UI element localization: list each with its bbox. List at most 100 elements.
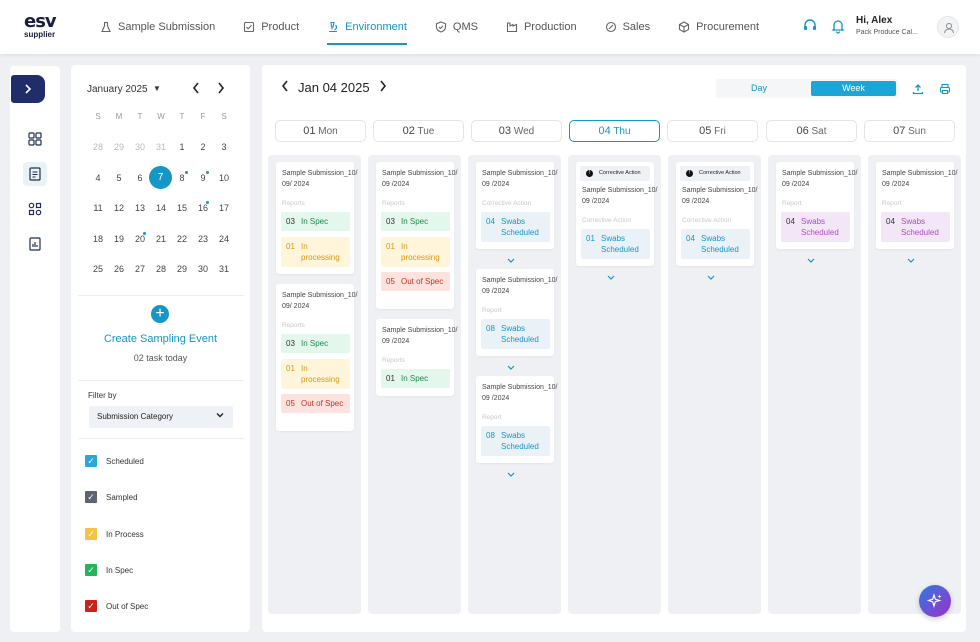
month-label[interactable]: January 2025 — [87, 84, 148, 95]
prev-date-button[interactable] — [280, 79, 290, 96]
calendar-day[interactable]: 2 — [193, 142, 213, 152]
day-tab-wed[interactable]: 03 Wed — [471, 120, 562, 142]
day-tab-sun[interactable]: 07 Sun — [864, 120, 955, 142]
day-tab-thu[interactable]: 04 Thu — [569, 120, 660, 142]
calendar-day[interactable]: 4 — [88, 173, 108, 183]
chevron-down-icon[interactable] — [506, 465, 516, 477]
filter-option-in-spec[interactable]: ✓ In Spec — [85, 564, 133, 576]
calendar-day[interactable]: 15 — [172, 203, 192, 213]
ai-assistant-button[interactable] — [919, 585, 951, 617]
calendar-day[interactable]: 13 — [130, 203, 150, 213]
calendar-day[interactable]: 1 — [172, 142, 192, 152]
status-badge[interactable]: 04 Swabs Scheduled — [681, 229, 750, 259]
day-tab-sat[interactable]: 06 Sat — [766, 120, 857, 142]
filter-category-select[interactable]: Submission Category — [89, 406, 233, 428]
submission-card[interactable]: Sample Submission_10/09 /2024 Report 04 Swa… — [776, 162, 858, 249]
submission-card[interactable]: Sample Submission_10/09 /2024 Report 08 Swa… — [476, 376, 558, 463]
nav-item-procurement[interactable]: Procurement — [678, 15, 759, 39]
next-date-button[interactable] — [378, 79, 388, 96]
status-badge[interactable]: 03 In Spec — [381, 212, 450, 231]
status-badge[interactable]: 01 In processing — [381, 237, 450, 267]
week-view-button[interactable]: Week — [811, 81, 896, 96]
status-badge[interactable]: 01 In processing — [281, 237, 350, 267]
calendar-day[interactable]: 29 — [172, 264, 192, 274]
month-dropdown-caret-icon[interactable]: ▼ — [153, 84, 161, 93]
day-tab-tue[interactable]: 02 Tue — [373, 120, 464, 142]
chevron-down-icon[interactable] — [506, 358, 516, 370]
calendar-day[interactable]: 8 — [172, 173, 192, 183]
calendar-day[interactable]: 22 — [172, 234, 192, 244]
prev-month-button[interactable] — [191, 81, 201, 98]
document-list-icon[interactable] — [23, 162, 47, 186]
dashboard-grid-icon[interactable] — [23, 127, 47, 151]
nav-item-sales[interactable]: Sales — [605, 15, 650, 39]
nav-item-production[interactable]: Production — [506, 15, 577, 39]
filter-option-out-of-spec[interactable]: ✓ Out of Spec — [85, 600, 148, 612]
calendar-day[interactable]: 9 — [193, 173, 213, 183]
submission-card[interactable]: Sample Submission_10/09 /2024 Report 08 Swa… — [476, 269, 558, 356]
status-badge[interactable]: 01 In Spec — [381, 369, 450, 388]
calendar-day[interactable]: 30 — [193, 264, 213, 274]
day-tab-mon[interactable]: 01 Mon — [275, 120, 366, 142]
calendar-day[interactable]: 18 — [88, 234, 108, 244]
add-event-button[interactable]: + — [151, 305, 169, 323]
support-headset-icon[interactable] — [802, 18, 818, 34]
user-info[interactable]: Hi, Alex Pack Produce Cal... — [856, 15, 928, 36]
status-badge[interactable]: 03 In Spec — [281, 212, 350, 231]
submission-card[interactable]: Sample Submission_10/09/ 2024 Reports 03 In… — [276, 284, 358, 431]
nav-item-product[interactable]: Product — [243, 15, 299, 39]
calendar-day[interactable]: 14 — [151, 203, 171, 213]
day-view-button[interactable]: Day — [718, 81, 800, 96]
nav-item-environment[interactable]: Environment — [327, 15, 407, 45]
nav-item-sample-submission[interactable]: Sample Submission — [100, 15, 215, 39]
submission-card[interactable]: ! Corrective Action Sample Submission_10/0… — [676, 162, 758, 266]
calendar-day[interactable]: 20 — [130, 234, 150, 244]
calendar-day[interactable]: 10 — [214, 173, 234, 183]
filter-option-in-process[interactable]: ✓ In Process — [85, 528, 144, 540]
checkbox-checked-icon[interactable]: ✓ — [85, 600, 97, 612]
checkbox-checked-icon[interactable]: ✓ — [85, 564, 97, 576]
status-badge[interactable]: 01 In processing — [281, 359, 350, 389]
calendar-day[interactable]: 23 — [193, 234, 213, 244]
status-badge[interactable]: 05 Out of Spec — [281, 394, 350, 413]
calendar-day[interactable]: 19 — [109, 234, 129, 244]
chevron-down-icon[interactable] — [806, 251, 816, 263]
calendar-day[interactable]: 28 — [151, 264, 171, 274]
submission-card[interactable]: Sample Submission_10/09 /2024 Corrective … — [476, 162, 558, 249]
submission-card[interactable]: Sample Submission_10/09 /2024 Reports 01 In… — [376, 319, 458, 396]
report-chart-icon[interactable] — [23, 232, 47, 256]
chevron-down-icon[interactable] — [906, 251, 916, 263]
submission-card[interactable]: Sample Submission_10/09 /2024 Report 04 Swa… — [876, 162, 958, 249]
checkbox-checked-icon[interactable]: ✓ — [85, 528, 97, 540]
workflow-icon[interactable] — [23, 197, 47, 221]
status-badge[interactable]: 08 Swabs Scheduled — [481, 426, 550, 456]
chevron-down-icon[interactable] — [506, 251, 516, 263]
calendar-day[interactable]: 6 — [130, 173, 150, 183]
calendar-day[interactable]: 28 — [88, 142, 108, 152]
calendar-day[interactable]: 27 — [130, 264, 150, 274]
status-badge[interactable]: 05 Out of Spec — [381, 272, 450, 291]
selected-day[interactable]: 7 — [149, 166, 172, 189]
create-sampling-event-link[interactable]: Create Sampling Event — [71, 333, 250, 345]
filter-option-sampled[interactable]: ✓ Sampled — [85, 491, 138, 503]
status-badge[interactable]: 04 Swabs Scheduled — [881, 212, 950, 242]
calendar-day[interactable]: 30 — [130, 142, 150, 152]
calendar-day[interactable]: 12 — [109, 203, 129, 213]
calendar-day[interactable]: 5 — [109, 173, 129, 183]
status-badge[interactable]: 01 Swabs Scheduled — [581, 229, 650, 259]
checkbox-checked-icon[interactable]: ✓ — [85, 455, 97, 467]
calendar-day[interactable]: 11 — [88, 203, 108, 213]
calendar-day[interactable]: 21 — [151, 234, 171, 244]
next-month-button[interactable] — [216, 81, 226, 98]
status-badge[interactable]: 08 Swabs Scheduled — [481, 319, 550, 349]
notification-bell-icon[interactable] — [830, 18, 846, 34]
avatar[interactable] — [937, 16, 959, 38]
status-badge[interactable]: 04 Swabs Scheduled — [781, 212, 850, 242]
calendar-day[interactable]: 31 — [214, 264, 234, 274]
calendar-day[interactable]: 3 — [214, 142, 234, 152]
chevron-down-icon[interactable] — [606, 268, 616, 280]
chevron-down-icon[interactable] — [706, 268, 716, 280]
calendar-day[interactable]: 26 — [109, 264, 129, 274]
esv-supplier-logo[interactable]: esv supplier — [24, 13, 64, 40]
upload-icon[interactable] — [912, 82, 924, 95]
